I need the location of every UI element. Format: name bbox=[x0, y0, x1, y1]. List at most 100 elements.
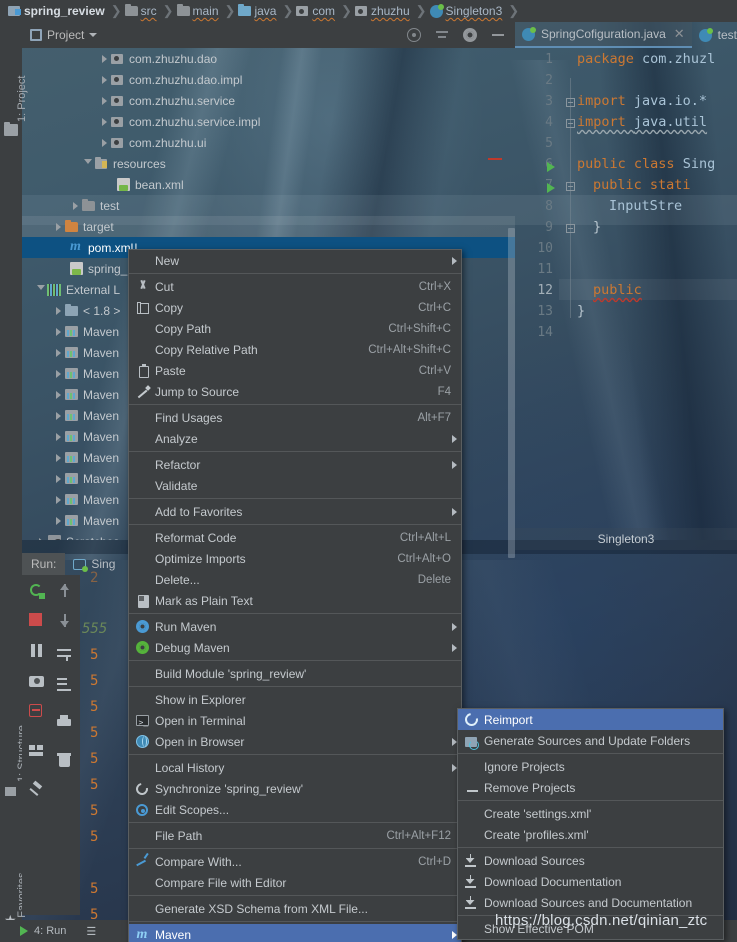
tab-test[interactable]: test bbox=[692, 22, 737, 48]
collapse-all-icon[interactable] bbox=[435, 28, 449, 42]
menu-item-generate-xsd-schema[interactable]: Generate XSD Schema from XML File... bbox=[129, 898, 461, 919]
menu-item-find-usages[interactable]: Find Usages Alt+F7 bbox=[129, 407, 461, 428]
submenu-item-create-settings-xml[interactable]: Create 'settings.xml' bbox=[458, 803, 723, 824]
chevron-down-icon[interactable] bbox=[89, 33, 98, 37]
up-arrow-icon[interactable] bbox=[57, 583, 73, 599]
chevron-right-icon[interactable] bbox=[52, 390, 64, 399]
chevron-right-icon[interactable] bbox=[52, 348, 64, 357]
breadcrumb-item-class[interactable]: Singleton3 bbox=[428, 0, 508, 22]
code-editor[interactable]: 1 2 3 4 5 6 7 8 9 10 11 12 13 14 package… bbox=[515, 48, 737, 540]
tree-node-test[interactable]: test bbox=[22, 195, 515, 216]
maven-submenu[interactable]: Reimport Generate Sources and Update Fol… bbox=[457, 708, 724, 940]
menu-item-delete[interactable]: Delete... Delete bbox=[129, 569, 461, 590]
tree-node-ui[interactable]: com.zhuzhu.ui bbox=[22, 132, 515, 153]
tree-node-target[interactable]: target bbox=[22, 216, 515, 237]
chevron-right-icon[interactable] bbox=[52, 495, 64, 504]
run-configuration-tab[interactable]: Sing bbox=[65, 557, 123, 572]
run-class-gutter-icon[interactable] bbox=[547, 162, 555, 172]
print-icon[interactable] bbox=[57, 715, 73, 731]
scroll-to-end-icon[interactable] bbox=[57, 677, 73, 693]
menu-item-compare-with[interactable]: Compare With... Ctrl+D bbox=[129, 851, 461, 872]
chevron-right-icon[interactable] bbox=[52, 222, 64, 231]
chevron-right-icon[interactable] bbox=[52, 453, 64, 462]
pin-icon[interactable] bbox=[29, 780, 45, 799]
chevron-right-icon[interactable] bbox=[35, 537, 47, 540]
menu-item-optimize-imports[interactable]: Optimize Imports Ctrl+Alt+O bbox=[129, 548, 461, 569]
menu-item-new[interactable]: New bbox=[129, 250, 461, 271]
menu-item-edit-scopes[interactable]: Edit Scopes... bbox=[129, 799, 461, 820]
chevron-right-icon[interactable] bbox=[98, 138, 110, 147]
chevron-right-icon[interactable] bbox=[52, 411, 64, 420]
menu-item-add-to-favorites[interactable]: Add to Favorites bbox=[129, 501, 461, 522]
tab-springcofiguration[interactable]: SpringCofiguration.java ✕ bbox=[515, 22, 692, 48]
submenu-item-ignore-projects[interactable]: Ignore Projects bbox=[458, 756, 723, 777]
breadcrumb-item-com[interactable]: com bbox=[294, 0, 340, 22]
menu-item-copy[interactable]: Copy Ctrl+C bbox=[129, 297, 461, 318]
submenu-item-remove-projects[interactable]: Remove Projects bbox=[458, 777, 723, 798]
run-console-output[interactable]: 2 555 5 5 5 5 5 5 5 5 5 5 bbox=[80, 570, 115, 923]
chevron-right-icon[interactable] bbox=[52, 516, 64, 525]
menu-item-mark-as-plain-text[interactable]: Mark as Plain Text bbox=[129, 590, 461, 611]
menu-item-refactor[interactable]: Refactor bbox=[129, 454, 461, 475]
breadcrumb-item-src[interactable]: src bbox=[123, 0, 162, 22]
locate-icon[interactable] bbox=[407, 28, 421, 42]
chevron-right-icon[interactable] bbox=[98, 75, 110, 84]
menu-item-copy-path[interactable]: Copy Path Ctrl+Shift+C bbox=[129, 318, 461, 339]
menu-item-local-history[interactable]: Local History bbox=[129, 757, 461, 778]
fold-box-icon[interactable] bbox=[566, 98, 575, 107]
menu-item-compare-file-with-editor[interactable]: Compare File with Editor bbox=[129, 872, 461, 893]
fold-box-icon[interactable] bbox=[566, 224, 575, 233]
chevron-right-icon[interactable] bbox=[52, 474, 64, 483]
pause-icon[interactable] bbox=[29, 643, 45, 659]
close-icon[interactable]: ✕ bbox=[674, 26, 685, 42]
chevron-right-icon[interactable] bbox=[69, 201, 81, 210]
breadcrumb-item-java[interactable]: java bbox=[236, 0, 281, 22]
project-title-group[interactable]: Project bbox=[22, 28, 98, 42]
chevron-right-icon[interactable] bbox=[52, 432, 64, 441]
menu-item-file-path[interactable]: File Path Ctrl+Alt+F12 bbox=[129, 825, 461, 846]
menu-item-run-maven[interactable]: Run Maven bbox=[129, 616, 461, 637]
hide-icon[interactable] bbox=[491, 28, 505, 42]
breadcrumb-item-module[interactable]: spring_review bbox=[6, 0, 110, 22]
chevron-right-icon[interactable] bbox=[98, 96, 110, 105]
chevron-right-icon[interactable] bbox=[52, 327, 64, 336]
menu-item-open-in-terminal[interactable]: Open in Terminal bbox=[129, 710, 461, 731]
submenu-item-download-sources-and-documentation[interactable]: Download Sources and Documentation bbox=[458, 892, 723, 913]
menu-item-reformat-code[interactable]: Reformat Code Ctrl+Alt+L bbox=[129, 527, 461, 548]
chevron-right-icon[interactable] bbox=[52, 369, 64, 378]
menu-item-synchronize[interactable]: Synchronize 'spring_review' bbox=[129, 778, 461, 799]
submenu-item-download-sources[interactable]: Download Sources bbox=[458, 850, 723, 871]
fold-box-icon[interactable] bbox=[566, 119, 575, 128]
camera-icon[interactable] bbox=[29, 673, 45, 689]
menu-item-jump-to-source[interactable]: Jump to Source F4 bbox=[129, 381, 461, 402]
status-run-label[interactable]: 4: Run bbox=[34, 925, 66, 937]
menu-item-maven[interactable]: m Maven bbox=[129, 924, 461, 942]
export-icon[interactable] bbox=[29, 703, 45, 719]
down-arrow-icon[interactable] bbox=[57, 613, 73, 629]
editor-scrollbar[interactable] bbox=[508, 228, 515, 558]
submenu-item-create-profiles-xml[interactable]: Create 'profiles.xml' bbox=[458, 824, 723, 845]
error-stripe-marker[interactable] bbox=[488, 158, 502, 160]
chevron-right-icon[interactable] bbox=[98, 54, 110, 63]
editor-gutter[interactable]: 1 2 3 4 5 6 7 8 9 10 11 12 13 14 bbox=[515, 48, 559, 540]
menu-item-build-module[interactable]: Build Module 'spring_review' bbox=[129, 663, 461, 684]
chevron-down-icon[interactable] bbox=[35, 285, 47, 294]
menu-item-analyze[interactable]: Analyze bbox=[129, 428, 461, 449]
tree-node-dao[interactable]: com.zhuzhu.dao bbox=[22, 48, 515, 69]
submenu-item-download-documentation[interactable]: Download Documentation bbox=[458, 871, 723, 892]
context-menu[interactable]: New Cut Ctrl+X Copy Ctrl+C Copy Path Ctr… bbox=[128, 249, 462, 942]
chevron-down-icon[interactable] bbox=[82, 159, 94, 168]
submenu-item-generate-sources[interactable]: Generate Sources and Update Folders bbox=[458, 730, 723, 751]
menu-item-validate[interactable]: Validate bbox=[129, 475, 461, 496]
menu-item-show-in-explorer[interactable]: Show in Explorer bbox=[129, 689, 461, 710]
run-method-gutter-icon[interactable] bbox=[547, 183, 555, 193]
chevron-right-icon[interactable] bbox=[98, 117, 110, 126]
settings-gear-icon[interactable] bbox=[463, 28, 477, 42]
menu-item-open-in-browser[interactable]: Open in Browser bbox=[129, 731, 461, 752]
list-icon[interactable]: ☰ bbox=[86, 925, 96, 938]
breadcrumb-item-main[interactable]: main bbox=[175, 0, 224, 22]
chevron-right-icon[interactable] bbox=[52, 306, 64, 315]
menu-item-paste[interactable]: Paste Ctrl+V bbox=[129, 360, 461, 381]
menu-item-debug-maven[interactable]: Debug Maven bbox=[129, 637, 461, 658]
menu-item-cut[interactable]: Cut Ctrl+X bbox=[129, 276, 461, 297]
